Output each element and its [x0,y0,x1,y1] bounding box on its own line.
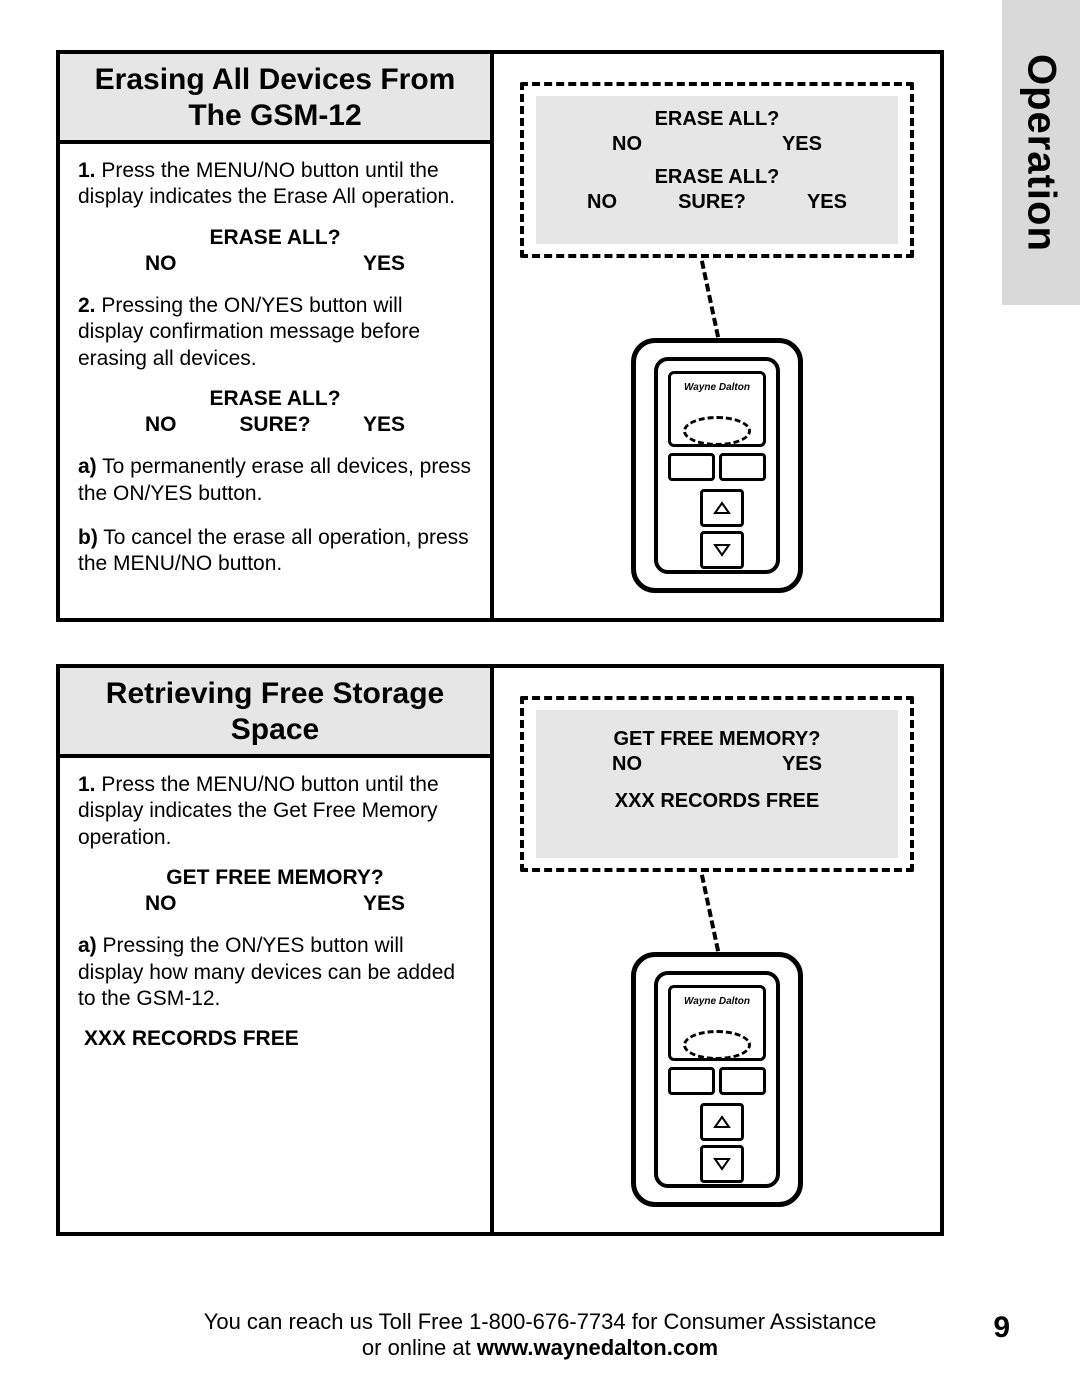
callout-line: ERASE ALL? [544,108,890,131]
section-free-storage: Retrieving Free Storage Space 1. Press t… [56,664,944,1236]
device-left-button [668,453,715,481]
footer-line2-pre: or online at [362,1335,477,1360]
callout-no: NO [612,133,642,156]
lcd-line: ERASE ALL? [78,225,472,251]
lcd-line: XXX RECORDS FREE [84,1026,472,1052]
device-right-button [719,1067,766,1095]
lcd-display-2: ERASE ALL? NO SURE? YES [78,386,472,439]
device-illustration: Wayne Dalton [631,338,803,593]
device-left-button [668,1067,715,1095]
callout-mid: SURE? [678,191,746,214]
callout-yes: YES [782,133,822,156]
section2-step-a: a) Pressing the ON/YES button will displ… [78,933,472,1012]
section1-step-a: a) To permanently erase all devices, pre… [78,454,472,507]
arrow-down-button [700,531,744,569]
lcd-display-4: XXX RECORDS FREE [78,1026,472,1052]
section1-step2: 2. Pressing the ON/YES button will displ… [78,293,472,372]
lcd-yes: YES [363,251,405,277]
lcd-mid: SURE? [232,412,319,438]
callout-no: NO [612,753,642,776]
device-illustration: Wayne Dalton [631,952,803,1207]
step-number: 1. [78,773,96,796]
callout-yes: YES [782,753,822,776]
callout-line: GET FREE MEMORY? [544,728,890,751]
step-text: To cancel the erase all operation, press… [78,526,469,575]
lcd-no: NO [145,251,177,277]
callout-box: ERASE ALL? NO YES ERASE ALL? NO SURE? YE… [520,82,914,258]
device-right-button [719,453,766,481]
lcd-yes: YES [363,891,405,917]
device-button-row [668,1067,766,1095]
section2-title: Retrieving Free Storage Space [60,668,490,758]
device-brand: Wayne Dalton [671,382,763,393]
arrow-up-button [700,1103,744,1141]
step-text: To permanently erase all devices, press … [78,455,471,504]
callout-yes: YES [807,191,847,214]
lcd-display-3: GET FREE MEMORY? NO YES [78,865,472,918]
step-text: Pressing the ON/YES button will display … [78,294,420,370]
triangle-down-icon [713,543,731,557]
arrow-down-button [700,1145,744,1183]
triangle-up-icon [713,1115,731,1129]
step-letter: a) [78,934,97,957]
step-text: Press the MENU/NO button until the displ… [78,773,439,849]
step-number: 2. [78,294,96,317]
step-number: 1. [78,159,96,182]
section1-step-b: b) To cancel the erase all operation, pr… [78,525,472,578]
section1-title: Erasing All Devices From The GSM-12 [60,54,490,144]
section-erase-all: Erasing All Devices From The GSM-12 1. P… [56,50,944,622]
callout-no: NO [587,191,617,214]
lcd-no: NO [145,891,177,917]
device-brand: Wayne Dalton [671,996,763,1007]
step-letter: a) [78,455,97,478]
step-letter: b) [78,526,98,549]
section2-step1: 1. Press the MENU/NO button until the di… [78,772,472,851]
step-text: Pressing the ON/YES button will display … [78,934,455,1010]
page-number: 9 [993,1311,1010,1345]
highlight-ellipse [683,416,751,446]
lcd-yes: YES [318,412,405,438]
device-button-row [668,453,766,481]
lcd-display-1: ERASE ALL? NO YES [78,225,472,278]
footer-url: www.waynedalton.com [477,1335,718,1360]
lcd-line: GET FREE MEMORY? [78,865,472,891]
callout-box: GET FREE MEMORY? NO YES XXX RECORDS FREE [520,696,914,872]
arrow-up-button [700,489,744,527]
section1-step1: 1. Press the MENU/NO button until the di… [78,158,472,211]
triangle-up-icon [713,501,731,515]
lcd-line: ERASE ALL? [78,386,472,412]
callout-line: ERASE ALL? [544,166,890,189]
step-text: Press the MENU/NO button until the displ… [78,159,455,208]
footer-line1: You can reach us Toll Free 1-800-676-773… [0,1309,1080,1335]
footer: You can reach us Toll Free 1-800-676-773… [0,1309,1080,1361]
leader-line [700,874,720,951]
triangle-down-icon [713,1157,731,1171]
highlight-ellipse [683,1030,751,1060]
lcd-no: NO [145,412,232,438]
callout-line: XXX RECORDS FREE [544,790,890,813]
leader-line [700,260,720,337]
